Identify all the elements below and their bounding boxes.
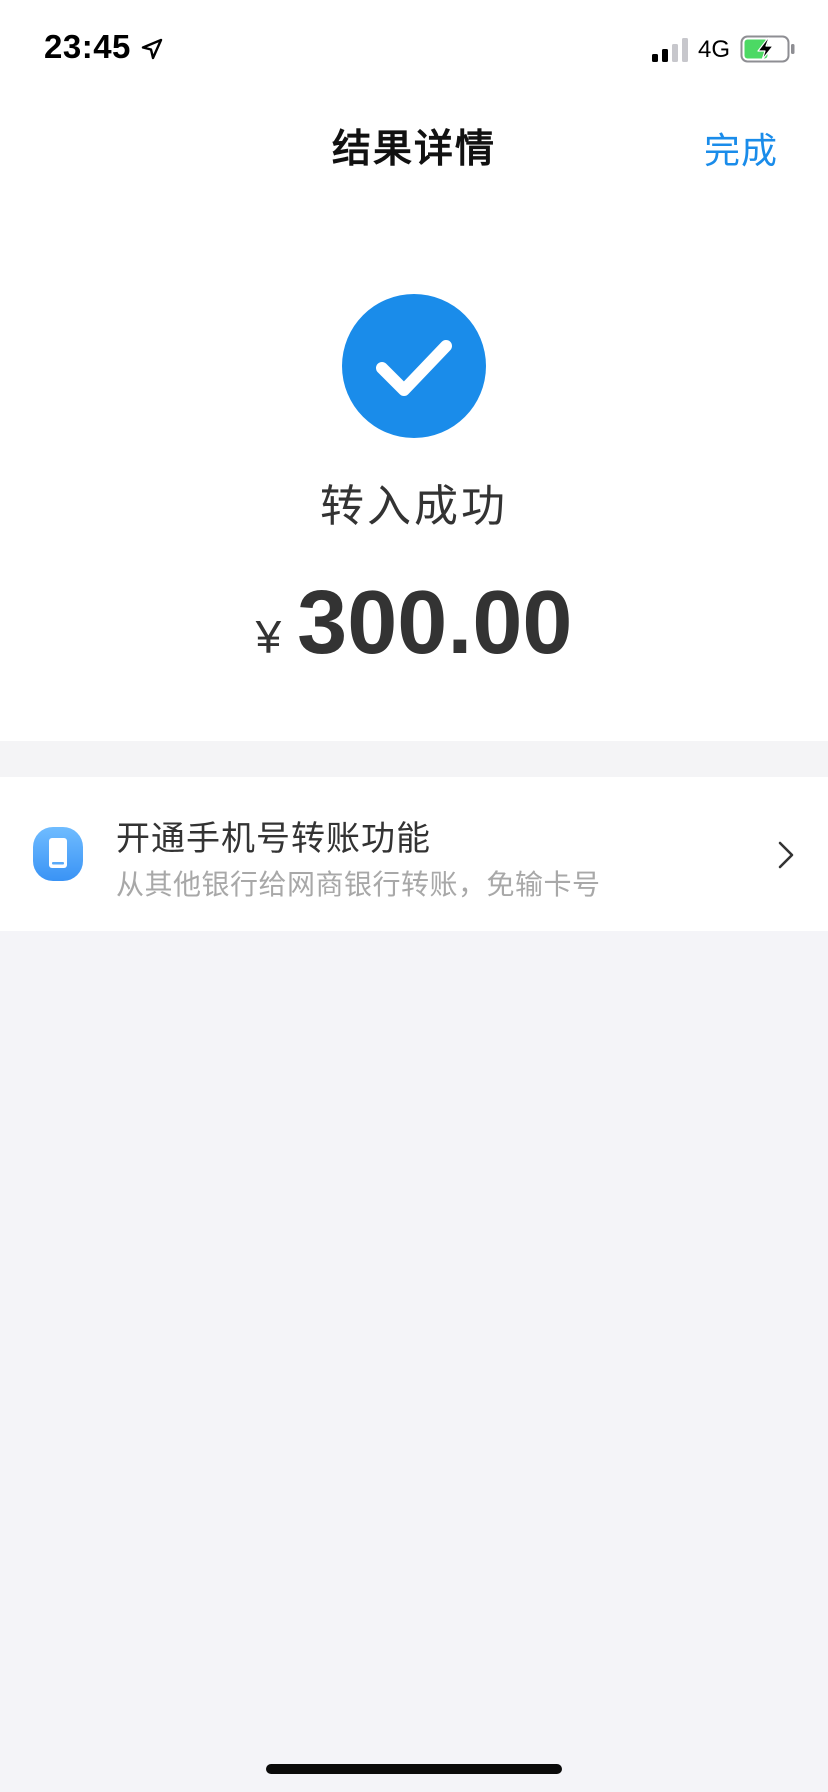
- status-time: 23:45: [44, 28, 131, 65]
- status-bar: 23:45 4G: [0, 0, 828, 100]
- promo-subtitle: 从其他银行给网商银行转账，免输卡号: [116, 868, 601, 901]
- location-arrow-icon: [141, 38, 163, 60]
- currency-symbol: ¥: [255, 611, 282, 663]
- phone-icon: [33, 827, 83, 881]
- done-button[interactable]: 完成: [704, 122, 778, 174]
- promo-title: 开通手机号转账功能: [116, 819, 431, 859]
- amount-display: ¥300.00: [0, 572, 828, 675]
- transfer-status-text: 转入成功: [320, 481, 508, 532]
- cellular-signal-icon: [652, 38, 688, 62]
- enable-phone-transfer-card[interactable]: 开通手机号转账功能 从其他银行给网商银行转账，免输卡号: [0, 777, 828, 931]
- success-check-icon: [342, 294, 486, 438]
- amount-value: 300.00: [297, 573, 573, 673]
- network-type-label: 4G: [698, 36, 731, 63]
- battery-charging-icon: [740, 35, 795, 63]
- home-indicator[interactable]: [266, 1764, 562, 1774]
- chevron-right-icon: [778, 841, 794, 869]
- section-divider: [0, 741, 828, 777]
